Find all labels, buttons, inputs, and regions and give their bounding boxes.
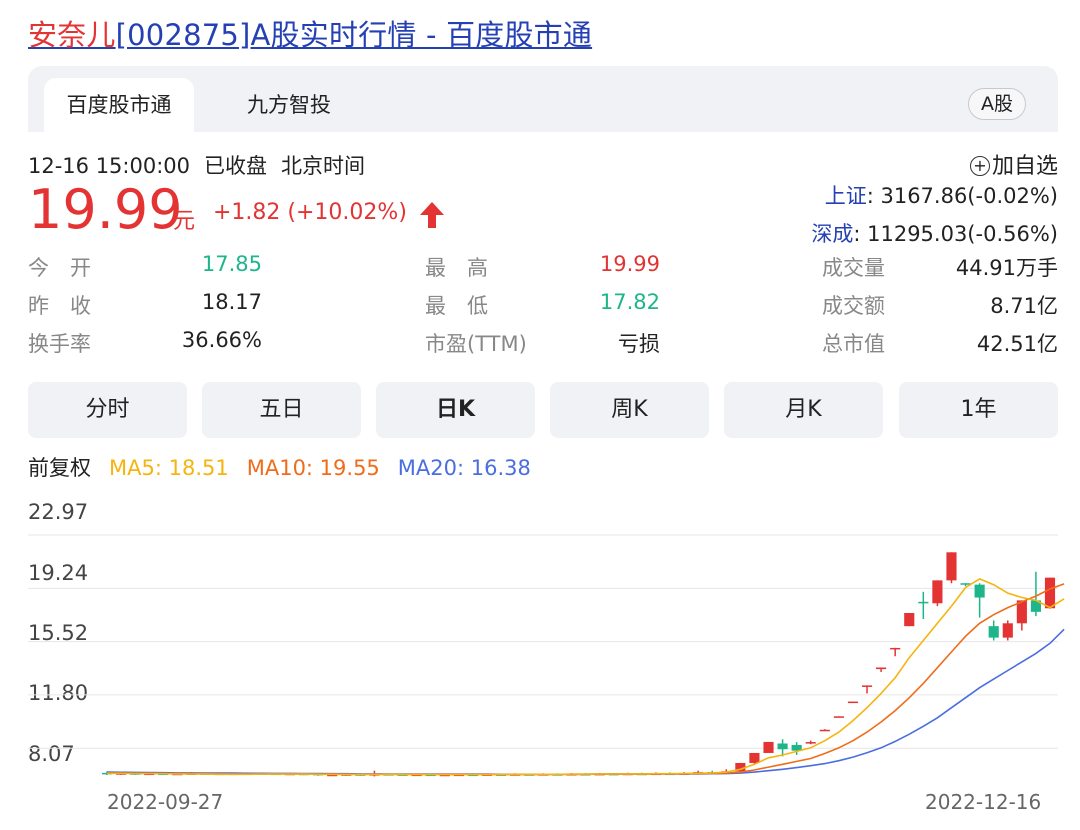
candle-body bbox=[847, 701, 859, 704]
candle-body bbox=[946, 552, 957, 581]
ma10-line bbox=[106, 583, 1065, 776]
candle-body bbox=[763, 741, 774, 753]
candle-body bbox=[876, 667, 887, 670]
ma5-line bbox=[106, 578, 1065, 776]
candle-body bbox=[1002, 623, 1013, 638]
candle-body bbox=[890, 647, 901, 650]
candle-body bbox=[918, 601, 929, 604]
candle-body bbox=[777, 743, 788, 750]
x-start-date: 2022-09-27 bbox=[107, 790, 224, 814]
candle-body bbox=[974, 584, 985, 598]
chart-grid bbox=[28, 534, 1058, 749]
candle-body bbox=[904, 612, 915, 627]
ma20-line bbox=[106, 628, 1065, 776]
candle-body bbox=[819, 729, 830, 732]
x-end-date: 2022-12-16 bbox=[925, 790, 1042, 814]
candle-body bbox=[932, 580, 943, 604]
candlestick-chart[interactable] bbox=[0, 0, 1080, 830]
candle-body bbox=[1044, 577, 1056, 609]
candle-body bbox=[988, 626, 999, 638]
candle-body bbox=[861, 685, 873, 687]
candle-body bbox=[805, 742, 816, 744]
candles bbox=[101, 552, 1056, 777]
candle-body bbox=[749, 752, 760, 763]
ma-lines bbox=[106, 578, 1065, 776]
candle-body bbox=[833, 716, 844, 718]
